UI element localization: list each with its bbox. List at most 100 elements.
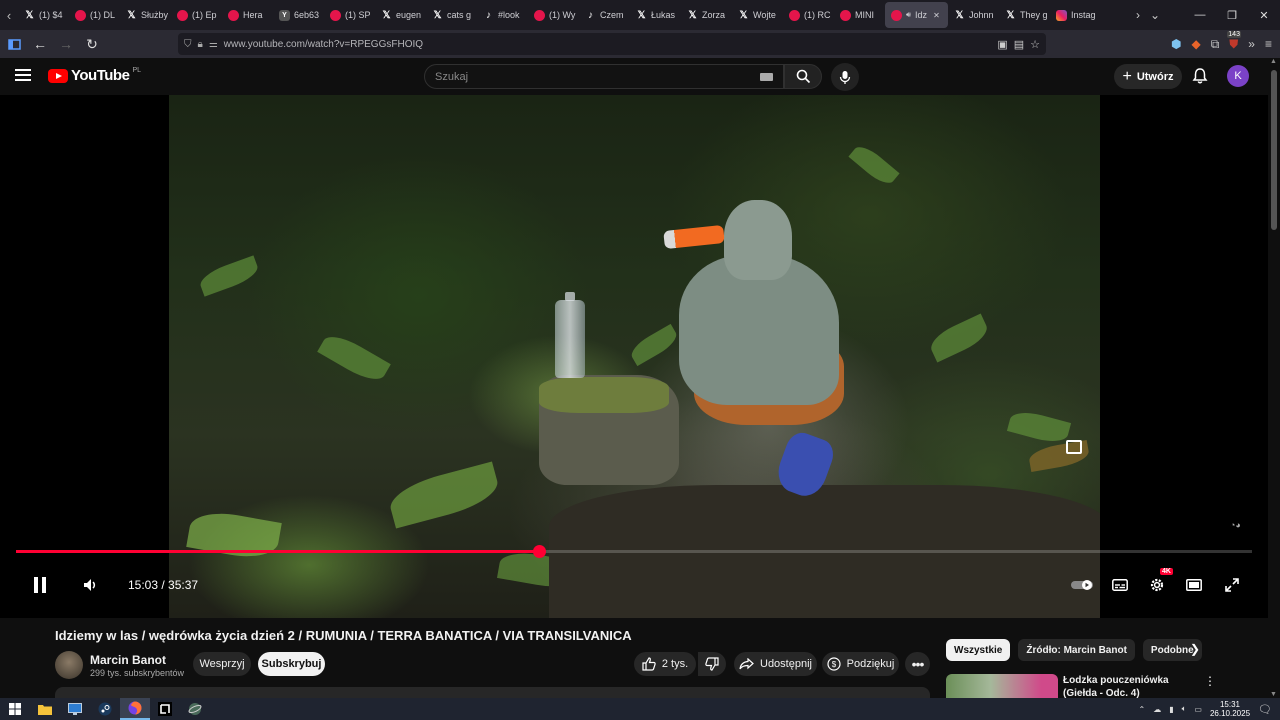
dislike-button[interactable] [698, 652, 726, 676]
firefox-icon[interactable] [120, 698, 150, 720]
menu-icon[interactable]: ≡ [1265, 37, 1272, 51]
browser-tab[interactable]: Hera [222, 2, 273, 28]
like-button[interactable]: 2 tys. [634, 652, 696, 676]
recommendation-thumbnail[interactable] [946, 674, 1058, 698]
subtitles-button[interactable] [1108, 565, 1132, 605]
voice-search-button[interactable] [831, 63, 859, 91]
forward-icon[interactable]: → [54, 32, 78, 56]
restore-icon[interactable]: ❐ [1216, 0, 1248, 30]
share-button[interactable]: Udostępnij [734, 652, 817, 676]
steam-icon[interactable] [90, 698, 120, 720]
browser-tab[interactable]: ♪ Czem [579, 2, 630, 28]
remote-desktop-icon[interactable] [60, 698, 90, 720]
browser-tab[interactable]: (1) Ep [171, 2, 222, 28]
tabs-scroll-right-icon[interactable]: › [1136, 8, 1140, 22]
close-tab-icon[interactable]: ✕ [933, 11, 940, 20]
chips-next-icon[interactable]: ❯ [1190, 642, 1200, 656]
start-windows-icon[interactable] [0, 698, 30, 720]
overflow-chevron-icon[interactable]: » [1248, 37, 1255, 51]
page-scrollbar[interactable]: ▲ ▼ [1268, 58, 1280, 698]
lock-icon[interactable]: 🔒︎ [198, 39, 203, 50]
browser-tab[interactable]: Y 6eb63 [273, 2, 324, 28]
scrollbar-thumb[interactable] [1271, 70, 1277, 230]
filter-chip[interactable]: Wszystkie [946, 639, 1011, 661]
theater-mode-button[interactable] [1182, 565, 1206, 605]
keyboard-icon[interactable] [760, 73, 773, 81]
url-text[interactable]: www.youtube.com/watch?v=RPEGGsFHOIQ [224, 39, 423, 50]
channel-avatar[interactable] [55, 651, 83, 679]
description-box[interactable] [55, 687, 930, 698]
display-icon[interactable]: ▭ [1194, 705, 1202, 714]
vpn-extension-icon[interactable]: ⬢ [1171, 37, 1181, 51]
permissions-icon[interactable]: ⚌ [209, 39, 218, 50]
tray-overflow-icon[interactable]: ⌃ [1139, 705, 1146, 714]
browser-tab[interactable]: 𝕏 Zorza [681, 2, 732, 28]
picture-in-picture-icon[interactable]: ▣ [997, 38, 1007, 51]
recommendation-more-icon[interactable]: ⋮ [1204, 674, 1216, 688]
scroll-up-arrow-icon[interactable]: ▲ [1270, 58, 1277, 65]
browser-tab[interactable]: Instag [1050, 2, 1101, 28]
video-overlay-icon[interactable] [1066, 440, 1082, 454]
progress-bar[interactable] [16, 545, 1252, 558]
browser-tab[interactable]: (1) Wy [528, 2, 579, 28]
app-globe-icon[interactable] [180, 698, 210, 720]
notifications-icon[interactable]: 🗨︎ [1258, 703, 1272, 716]
recommendation-title[interactable]: Łodzka pouczeniówka (Giełda - Odc. 4) [1063, 674, 1198, 698]
cloud-icon[interactable]: ☁ [1153, 705, 1161, 714]
support-button[interactable]: Wesprzyj [193, 652, 251, 676]
channel-name[interactable]: Marcin Banot [90, 653, 166, 667]
clock[interactable]: 15:31 26.10.2025 [1210, 700, 1250, 718]
browser-tab[interactable]: (1) SP [324, 2, 375, 28]
channel-watermark-icon[interactable]: ◔◕ [1230, 520, 1250, 530]
sidebar-toggle-icon[interactable] [2, 32, 26, 56]
capcut-icon[interactable] [150, 698, 180, 720]
video-player[interactable]: ◔◕ 15:03 / 35:37 4K [0, 95, 1268, 618]
thanks-button[interactable]: $ Podziękuj [822, 652, 899, 676]
youtube-logo[interactable]: YouTube PL [48, 67, 141, 84]
shield-icon[interactable]: ⛉ [184, 39, 192, 50]
browser-tab[interactable]: 𝕏 Służby [120, 2, 171, 28]
close-window-icon[interactable]: ✕ [1248, 0, 1280, 30]
autoplay-toggle[interactable] [1070, 565, 1094, 605]
browser-tab[interactable]: 𝕏cats g [426, 2, 477, 28]
browser-tab[interactable]: (1) DL [69, 2, 120, 28]
browser-tab[interactable]: 𝕏 Johnn [948, 2, 999, 28]
fox-extension-icon[interactable]: ◆ [1191, 37, 1200, 51]
tabs-scroll-left-icon[interactable]: ‹ [0, 0, 18, 30]
browser-tab[interactable]: 𝕏 Łukas [630, 2, 681, 28]
tab-list-dropdown-icon[interactable]: ⌄ [1150, 8, 1160, 22]
search-button[interactable] [784, 64, 822, 89]
browser-tab[interactable]: 🔊︎ Idz ✕ [885, 2, 948, 28]
browser-tab[interactable]: 𝕏 (1) $4 [18, 2, 69, 28]
ublock-extension-icon[interactable]: ⛊ 143 [1227, 30, 1241, 52]
reload-icon[interactable]: ↻ [80, 32, 104, 56]
browser-tab[interactable]: MINI [834, 2, 885, 28]
scroll-down-arrow-icon[interactable]: ▼ [1270, 691, 1277, 698]
subscribe-button[interactable]: Subskrybuj [258, 652, 325, 676]
back-icon[interactable]: ← [28, 32, 52, 56]
notifications-bell-icon[interactable] [1190, 66, 1210, 86]
tab-audio-icon[interactable]: 🔊︎ [906, 10, 911, 20]
minimize-icon[interactable]: — [1184, 0, 1216, 30]
fullscreen-button[interactable] [1220, 565, 1244, 605]
volume-tray-icon[interactable]: 🔈︎ [1182, 704, 1187, 714]
file-explorer-icon[interactable] [30, 698, 60, 720]
pause-button[interactable] [28, 565, 52, 605]
scrubber-handle[interactable] [532, 545, 546, 558]
browser-tab[interactable]: 𝕏eugen [375, 2, 426, 28]
reader-view-icon[interactable]: ▤ [1014, 38, 1024, 51]
search-input[interactable] [435, 70, 755, 83]
bookmark-star-icon[interactable]: ☆ [1030, 38, 1040, 51]
video-frame[interactable] [169, 95, 1100, 618]
network-icon[interactable]: ▮ [1169, 705, 1173, 714]
more-actions-button[interactable]: ••• [905, 652, 930, 676]
browser-tab[interactable]: 𝕏 They g [999, 2, 1050, 28]
extensions-puzzle-icon[interactable]: ⧉ [1211, 37, 1220, 52]
guide-menu-icon[interactable] [15, 69, 31, 81]
filter-chip[interactable]: Źródło: Marcin Banot [1018, 639, 1135, 661]
mute-button[interactable] [78, 565, 102, 605]
account-avatar[interactable]: K [1227, 65, 1249, 87]
browser-tab[interactable]: ♪ #look [477, 2, 528, 28]
browser-tab[interactable]: (1) RC [783, 2, 834, 28]
create-button[interactable]: + Utwórz [1114, 64, 1182, 89]
